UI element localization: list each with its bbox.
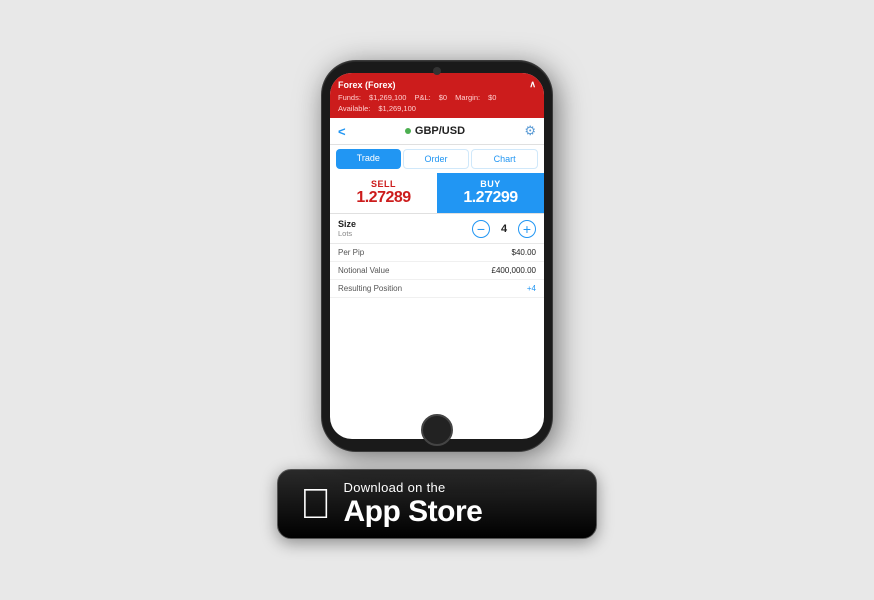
chevron-up-icon[interactable]: ∧: [529, 79, 536, 90]
info-row-per-pip: Per Pip $40.00: [330, 244, 544, 262]
sell-price: 1.27289: [356, 189, 410, 207]
buy-label: BUY: [480, 179, 501, 189]
phone-shell: Forex (Forex) ∧ Funds: $1,269,100 P&L: $…: [322, 61, 552, 451]
decrease-button[interactable]: −: [472, 220, 490, 238]
pl-value: $0: [439, 93, 447, 102]
appstore-text: Download on the App Store: [344, 480, 483, 528]
per-pip-value: $40.00: [512, 248, 536, 257]
appstore-button[interactable]:  Download on the App Store: [277, 469, 597, 539]
size-value: 4: [496, 223, 512, 235]
increase-button[interactable]: +: [518, 220, 536, 238]
gear-icon[interactable]: ⚙: [524, 123, 536, 139]
sell-side[interactable]: SELL 1.27289: [330, 173, 437, 213]
margin-label: Margin:: [455, 93, 480, 102]
notional-value: £400,000.00: [492, 266, 537, 275]
status-dot: [405, 128, 411, 134]
resulting-value: +4: [527, 284, 536, 293]
size-title: Size: [338, 219, 472, 229]
info-row-notional: Notional Value £400,000.00: [330, 262, 544, 280]
pl-label: P&L:: [414, 93, 430, 102]
buy-price: 1.27299: [463, 189, 517, 207]
tab-trade[interactable]: Trade: [336, 149, 401, 169]
sell-label: SELL: [371, 179, 396, 189]
account-bar: Forex (Forex) ∧ Funds: $1,269,100 P&L: $…: [330, 73, 544, 118]
price-area: SELL 1.27289 BUY 1.27299: [330, 173, 544, 214]
instrument-header: < GBP/USD ⚙: [330, 118, 544, 145]
tab-order[interactable]: Order: [403, 149, 470, 169]
available-value: $1,269,100: [378, 104, 416, 113]
notional-label: Notional Value: [338, 266, 389, 275]
size-row: Size Lots − 4 +: [330, 214, 544, 244]
margin-value: $0: [488, 93, 496, 102]
back-arrow-icon[interactable]: <: [338, 124, 346, 139]
available-label: Available:: [338, 104, 370, 113]
info-rows: Per Pip $40.00 Notional Value £400,000.0…: [330, 244, 544, 439]
phone-screen: Forex (Forex) ∧ Funds: $1,269,100 P&L: $…: [330, 73, 544, 439]
size-subtitle: Lots: [338, 229, 472, 238]
appstore-top-line: Download on the: [344, 480, 483, 495]
funds-label: Funds:: [338, 93, 361, 102]
tab-bar: Trade Order Chart: [330, 145, 544, 173]
instrument-label: GBP/USD: [415, 125, 465, 137]
resulting-label: Resulting Position: [338, 284, 402, 293]
apple-icon: : [300, 483, 332, 525]
info-row-resulting: Resulting Position +4: [330, 280, 544, 298]
appstore-bottom-line: App Store: [344, 495, 483, 528]
scene: Forex (Forex) ∧ Funds: $1,269,100 P&L: $…: [277, 61, 597, 539]
instrument-name: GBP/USD: [405, 125, 465, 137]
account-title: Forex (Forex): [338, 80, 396, 90]
size-label: Size Lots: [338, 219, 472, 238]
size-stepper: − 4 +: [472, 220, 536, 238]
tab-chart[interactable]: Chart: [471, 149, 538, 169]
buy-side[interactable]: BUY 1.27299: [437, 173, 544, 213]
funds-value: $1,269,100: [369, 93, 407, 102]
per-pip-label: Per Pip: [338, 248, 364, 257]
